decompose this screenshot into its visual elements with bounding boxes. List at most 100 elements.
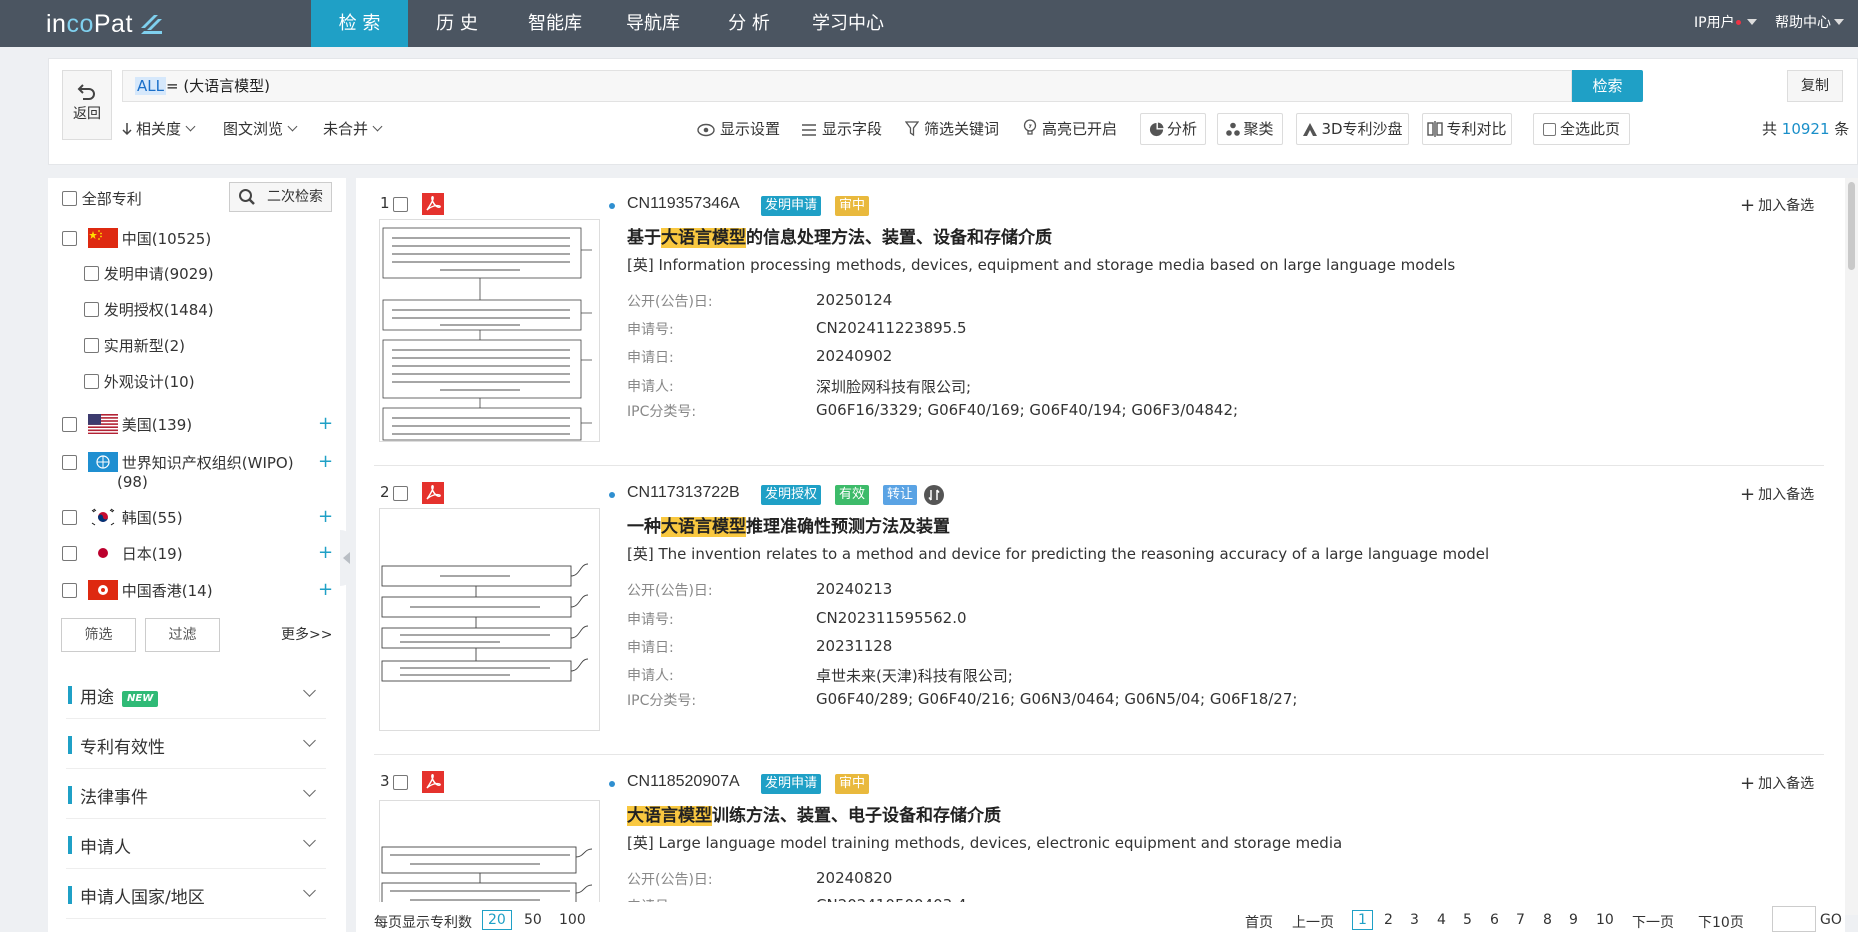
per-page-100[interactable]: 100 [559, 912, 586, 928]
transaction-circle-icon[interactable] [924, 485, 944, 505]
facet-applicant-country[interactable]: 申请人国家/地区 [66, 870, 326, 919]
filter-button[interactable]: 筛选 [61, 618, 136, 652]
cluster-icon [1226, 122, 1241, 136]
result-checkbox[interactable] [393, 775, 408, 790]
select-page-box[interactable] [1542, 123, 1556, 136]
page-4[interactable]: 4 [1437, 912, 1446, 928]
analysis-button[interactable]: 分析 [1140, 113, 1206, 145]
patent-number[interactable]: CN117313722B [627, 484, 740, 502]
tab-history[interactable]: 历 史 [414, 0, 500, 47]
page-9[interactable]: 9 [1569, 912, 1578, 928]
applicant[interactable]: 深圳脸网科技有限公司; [816, 376, 971, 397]
display-fields-button[interactable]: 显示字段 [801, 117, 882, 141]
next-page-link[interactable]: 下一页 [1632, 912, 1674, 932]
china-design[interactable]: 外观设计(10) [84, 372, 195, 392]
tab-search[interactable]: 检 索 [311, 0, 408, 47]
first-page-link[interactable]: 首页 [1245, 912, 1273, 932]
mountain-icon [1303, 123, 1318, 136]
patent-drawing-thumbnail[interactable] [379, 219, 600, 442]
next-10-pages-link[interactable]: 下10页 [1698, 912, 1744, 932]
select-page-checkbox[interactable]: 全选此页 [1533, 113, 1630, 145]
result-checkbox[interactable] [393, 197, 408, 212]
results-scrollbar-thumb[interactable] [1848, 182, 1855, 270]
tab-analysis[interactable]: 分 析 [703, 0, 795, 47]
country-china[interactable]: 中国(10525) [62, 228, 211, 249]
more-countries-link[interactable]: 更多>> [281, 625, 332, 645]
expand-japan-plus-icon[interactable]: + [318, 543, 333, 563]
country-japan[interactable]: 日本(19) [62, 543, 183, 564]
field-label: 申请号: [627, 612, 674, 628]
lightbulb-icon [1023, 119, 1037, 135]
patent-title[interactable]: 一种大语言模型推理准确性预测方法及装置 [627, 512, 950, 537]
incopat-logo[interactable]: incoPat [46, 10, 133, 39]
patent-drawing-thumbnail[interactable] [379, 800, 600, 902]
view-mode-dropdown[interactable]: 图文浏览 [223, 117, 298, 141]
patent-title[interactable]: 大语言模型训练方法、装置、电子设备和存储介质 [627, 801, 1001, 826]
page-2[interactable]: 2 [1384, 912, 1393, 928]
search-query-input[interactable]: ALL = (大语言模型) [122, 70, 1572, 102]
expand-usa-plus-icon[interactable]: + [318, 414, 333, 434]
facet-applicant[interactable]: 申请人 [66, 820, 326, 869]
country-korea[interactable]: 韩国(55) [62, 507, 183, 528]
facet-legal-events[interactable]: 法律事件 [66, 770, 326, 819]
ipc-codes: G06F16/3329; G06F40/169; G06F40/194; G06… [816, 401, 1239, 419]
copy-button[interactable]: 复制 [1787, 70, 1843, 102]
add-to-favorites-button[interactable]: + 加入备选 [1740, 195, 1814, 216]
patent-compare-button[interactable]: 专利对比 [1422, 113, 1512, 145]
page-3[interactable]: 3 [1410, 912, 1419, 928]
page-8[interactable]: 8 [1543, 912, 1552, 928]
applicant[interactable]: 卓世未来(天津)科技有限公司; [816, 665, 1013, 686]
go-button[interactable]: GO [1820, 912, 1842, 928]
back-button[interactable]: 返回 [62, 70, 112, 140]
page-jump-input[interactable] [1772, 906, 1816, 932]
tab-navigation-library[interactable]: 导航库 [609, 0, 697, 47]
highlight-toggle[interactable]: 高亮已开启 [1023, 117, 1117, 141]
prev-page-link[interactable]: 上一页 [1292, 912, 1334, 932]
patent-number[interactable]: CN118520907A [627, 773, 740, 791]
add-to-favorites-button[interactable]: + 加入备选 [1740, 484, 1814, 505]
tab-learning-center[interactable]: 学习中心 [800, 0, 896, 47]
page-10[interactable]: 10 [1596, 912, 1614, 928]
pdf-icon[interactable] [422, 193, 444, 215]
patent-drawing-thumbnail[interactable] [379, 508, 600, 731]
all-patents-checkbox[interactable]: 全部专利 [62, 189, 142, 209]
patent-title[interactable]: 基于大语言模型的信息处理方法、装置、设备和存储介质 [627, 223, 1052, 248]
tab-smart-library[interactable]: 智能库 [509, 0, 601, 47]
3d-sandbox-button[interactable]: 3D专利沙盘 [1296, 113, 1409, 145]
china-invention-application[interactable]: 发明申请(9029) [84, 264, 214, 284]
display-settings-button[interactable]: 显示设置 [697, 117, 780, 141]
secondary-search-button[interactable]: 二次检索 [229, 182, 332, 212]
per-page-50[interactable]: 50 [524, 912, 542, 928]
page-7[interactable]: 7 [1516, 912, 1525, 928]
cluster-button[interactable]: 聚类 [1217, 113, 1283, 145]
results-scrollbar[interactable] [1845, 178, 1858, 915]
publication-date: 20240820 [816, 869, 893, 887]
china-utility-model[interactable]: 实用新型(2) [84, 336, 185, 356]
facet-patent-validity[interactable]: 专利有效性 [66, 720, 326, 769]
per-page-20[interactable]: 20 [482, 910, 512, 930]
exclude-button[interactable]: 过滤 [145, 618, 220, 652]
facet-usage[interactable]: 用途 NEW [66, 670, 326, 719]
sidebar-collapse-handle[interactable] [340, 530, 356, 586]
result-checkbox[interactable] [393, 486, 408, 501]
pdf-icon[interactable] [422, 482, 444, 504]
pdf-icon[interactable] [422, 771, 444, 793]
expand-wipo-plus-icon[interactable]: + [318, 452, 333, 472]
country-hong-kong[interactable]: 中国香港(14) [62, 580, 213, 601]
expand-hong-kong-plus-icon[interactable]: + [318, 580, 333, 600]
filter-keywords-button[interactable]: 筛选关键词 [904, 117, 999, 141]
page-5[interactable]: 5 [1463, 912, 1472, 928]
add-to-favorites-button[interactable]: + 加入备选 [1740, 773, 1814, 794]
patent-number[interactable]: CN119357346A [627, 195, 740, 213]
sort-relevance-dropdown[interactable]: 相关度 [122, 117, 196, 141]
merge-mode-dropdown[interactable]: 未合并 [323, 117, 383, 141]
user-menu[interactable]: IP用户 [1694, 0, 1757, 47]
page-1[interactable]: 1 [1352, 910, 1373, 930]
search-button[interactable]: 检索 [1572, 70, 1643, 102]
country-usa[interactable]: 美国(139) [62, 414, 192, 435]
help-center-menu[interactable]: 帮助中心 [1775, 0, 1844, 47]
page-6[interactable]: 6 [1490, 912, 1499, 928]
expand-korea-plus-icon[interactable]: + [318, 507, 333, 527]
country-wipo[interactable]: 世界知识产权组织(WIPO) [62, 452, 294, 473]
china-invention-grant[interactable]: 发明授权(1484) [84, 300, 214, 320]
